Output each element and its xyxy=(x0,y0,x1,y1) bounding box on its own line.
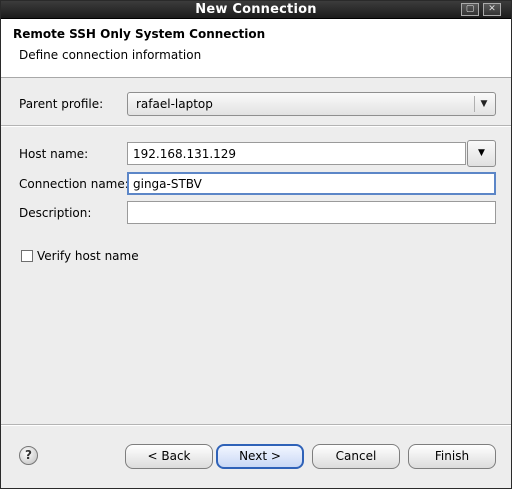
cancel-button[interactable]: Cancel xyxy=(312,444,400,469)
help-button[interactable]: ? xyxy=(19,446,38,465)
new-connection-dialog: New Connection ▢ ✕ Remote SSH Only Syste… xyxy=(0,0,512,489)
page-description: Define connection information xyxy=(19,48,202,62)
next-button[interactable]: Next > xyxy=(216,444,304,469)
description-label: Description: xyxy=(19,206,92,220)
page-title: Remote SSH Only System Connection xyxy=(13,27,266,41)
help-icon: ? xyxy=(25,448,32,462)
host-name-dropdown-button[interactable]: ▼ xyxy=(467,140,496,167)
host-name-field[interactable]: 192.168.131.129 xyxy=(127,142,466,165)
host-name-label: Host name: xyxy=(19,147,89,161)
parent-profile-select[interactable]: rafael-laptop ▼ xyxy=(127,92,496,116)
connection-name-value: ginga-STBV xyxy=(133,177,202,191)
finish-button[interactable]: Finish xyxy=(408,444,496,469)
divider xyxy=(1,424,511,426)
wizard-header: Remote SSH Only System Connection Define… xyxy=(1,19,511,78)
verify-host-checkbox[interactable] xyxy=(21,250,33,262)
back-button[interactable]: < Back xyxy=(125,444,213,469)
description-field[interactable] xyxy=(127,201,496,224)
divider xyxy=(1,125,511,127)
close-button[interactable]: ✕ xyxy=(483,3,501,16)
minimize-button[interactable]: ▢ xyxy=(461,3,479,16)
parent-profile-label: Parent profile: xyxy=(19,97,104,111)
chevron-down-icon[interactable]: ▼ xyxy=(474,96,493,112)
minimize-icon: ▢ xyxy=(465,4,475,14)
verify-host-label[interactable]: Verify host name xyxy=(37,249,139,263)
chevron-down-icon: ▼ xyxy=(478,148,485,158)
connection-name-field[interactable]: ginga-STBV xyxy=(127,172,496,195)
host-name-value: 192.168.131.129 xyxy=(133,147,237,161)
close-icon: ✕ xyxy=(488,4,496,14)
window-title: New Connection xyxy=(195,2,317,17)
parent-profile-value: rafael-laptop xyxy=(136,97,213,111)
title-bar: New Connection ▢ ✕ xyxy=(1,1,511,19)
connection-name-label: Connection name: xyxy=(19,177,129,191)
